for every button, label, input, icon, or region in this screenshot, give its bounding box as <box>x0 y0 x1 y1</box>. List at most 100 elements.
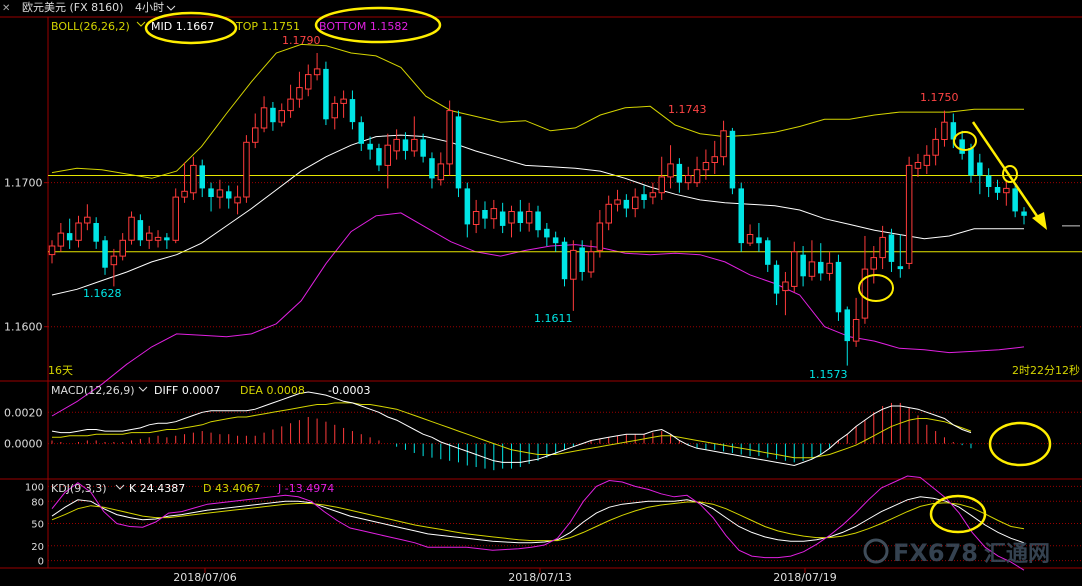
kdj-y-tick-label: 50 <box>31 520 44 531</box>
candle-body <box>437 163 445 181</box>
countdown-label: 2时22分12秒 <box>1012 363 1080 377</box>
macd-legend-value: -0.0003 <box>328 384 370 397</box>
candle-body <box>376 148 382 166</box>
candle-body <box>472 211 480 225</box>
candle-body <box>870 257 877 270</box>
candle-body <box>393 138 400 152</box>
candle-body <box>897 266 904 270</box>
candle-body <box>66 233 73 241</box>
candle-body <box>499 211 506 226</box>
kdj-y-tick-label: 80 <box>31 497 44 508</box>
candle-body <box>349 99 356 123</box>
low-label-1: 1.1628 <box>83 287 122 300</box>
trend-arrow-head-icon <box>1032 212 1047 230</box>
macd-dea-line <box>52 402 972 459</box>
candle-body <box>57 232 65 247</box>
close-icon[interactable]: ✕ <box>2 3 10 14</box>
candle-body <box>331 102 338 119</box>
candle-body <box>216 189 224 198</box>
chart-window: ✕ 欧元美元 (FX 8160) 4小时 BOLL(26,26,2) MID 1… <box>0 0 1082 586</box>
high-label-2: 1.1743 <box>668 103 707 116</box>
boll-legend-name: BOLL(26,26,2) <box>51 20 130 33</box>
candle-body <box>313 68 321 76</box>
candle-body <box>367 143 373 150</box>
chevron-down-icon[interactable] <box>166 5 176 11</box>
high-label-3: 1.1750 <box>920 91 959 104</box>
candle-body <box>110 255 118 266</box>
candle-body <box>517 211 524 223</box>
candle-body <box>587 251 595 273</box>
candle-body <box>181 190 188 198</box>
candle-body <box>270 107 276 123</box>
candle-body <box>605 203 612 224</box>
candle-body <box>252 127 259 143</box>
candle-body <box>464 188 471 225</box>
candle-body <box>632 196 639 210</box>
boll-chevron-icon[interactable] <box>136 21 146 27</box>
candle-body <box>791 251 798 287</box>
watermark-logo-icon <box>863 538 889 564</box>
kdj-y-tick-label: 20 <box>31 542 44 553</box>
main-y-axis: 1.1700 1.1600 <box>4 177 48 334</box>
candle-body <box>658 176 665 194</box>
candle-body <box>119 239 126 257</box>
candle-body <box>508 211 515 224</box>
candle-body <box>429 158 435 179</box>
watermark: FX678 汇通网 <box>863 538 1050 567</box>
candle-body <box>959 139 965 154</box>
boll-legend-top: TOP 1.1751 <box>235 20 300 33</box>
kdj-chevron-icon[interactable] <box>115 484 125 490</box>
candle-body <box>738 188 744 244</box>
x-axis: 2018/07/06 2018/07/13 2018/07/19 <box>173 568 837 584</box>
candle-body <box>358 122 364 144</box>
candle-body <box>800 254 806 277</box>
candle-body <box>614 199 621 205</box>
candle-body <box>729 130 736 189</box>
candle-body <box>411 138 418 152</box>
candle-body <box>782 281 789 292</box>
candle-body <box>596 222 604 251</box>
candle-body <box>490 208 498 220</box>
candle-body <box>305 74 312 90</box>
high-label-1: 1.1790 <box>282 34 321 47</box>
macd-legend-diff: DIFF 0.0007 <box>154 384 220 397</box>
candle-body <box>278 110 285 123</box>
candle-body <box>818 261 824 274</box>
candle-body <box>914 162 922 169</box>
candle-body <box>977 162 983 176</box>
candle-body <box>968 148 974 176</box>
candle-body <box>676 163 683 183</box>
candle-body <box>561 241 568 280</box>
candle-body <box>535 211 541 231</box>
x-tick-label: 2018/07/19 <box>773 571 836 584</box>
kdj-k-line <box>51 496 1025 544</box>
candle-body <box>888 234 895 262</box>
candle-body <box>985 175 992 187</box>
candle-body <box>720 130 727 158</box>
candle-body <box>765 240 771 265</box>
candle-body <box>128 216 135 241</box>
kdj-legend-j: J -13.4974 <box>277 482 334 495</box>
candle-body <box>941 121 948 140</box>
candle-body <box>84 216 91 224</box>
kdj-d-line <box>51 501 1025 542</box>
candle-body <box>75 222 82 241</box>
macd-chevron-icon[interactable] <box>138 386 148 392</box>
candle-body <box>137 220 144 241</box>
candle-body <box>287 98 294 112</box>
period-selector[interactable]: 4小时 <box>135 1 164 14</box>
candle-body <box>756 237 762 244</box>
candle-body <box>234 196 241 204</box>
chart-canvas: ✕ 欧元美元 (FX 8160) 4小时 BOLL(26,26,2) MID 1… <box>0 1 1082 584</box>
candle-body <box>826 262 833 274</box>
candle-body <box>932 138 939 156</box>
candle-body <box>164 237 170 241</box>
candle-body <box>879 236 886 259</box>
kdj-y-tick-label: 100 <box>25 482 44 493</box>
candle-body <box>649 192 657 198</box>
candle-body <box>579 247 585 272</box>
watermark-cn: 汇通网 <box>984 542 1050 567</box>
candle-body <box>923 154 931 166</box>
candle-body <box>455 116 462 189</box>
candle-body <box>552 237 559 244</box>
